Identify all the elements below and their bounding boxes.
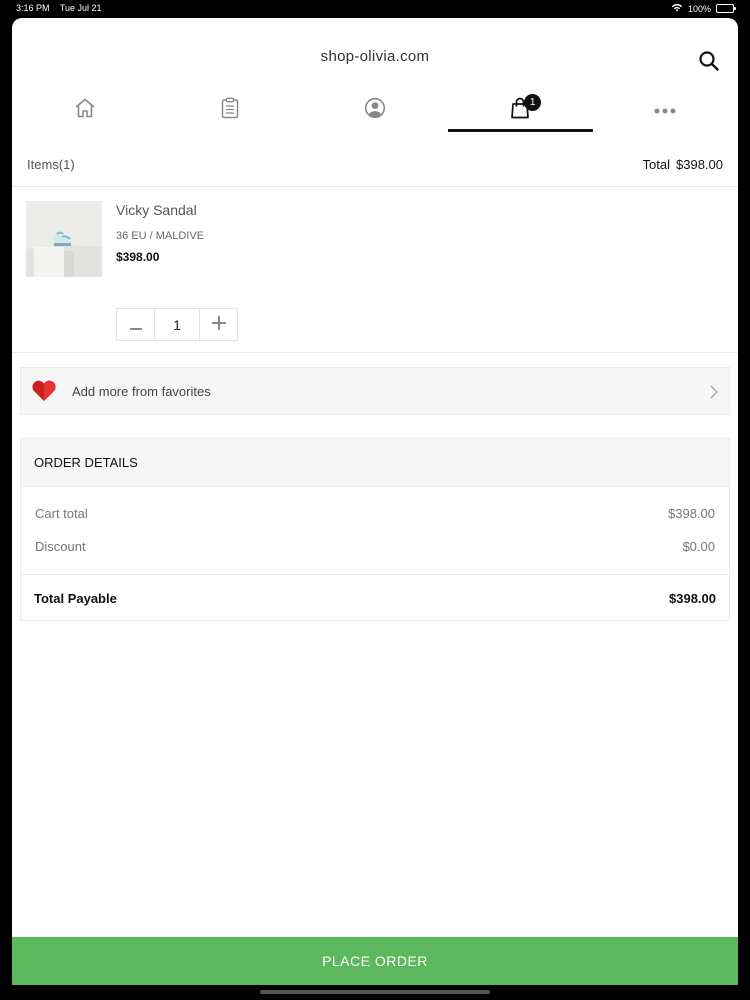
status-bar: 3:16 PM Tue Jul 21 100%	[0, 0, 750, 16]
user-circle-icon	[364, 97, 386, 124]
product-image[interactable]	[26, 201, 102, 277]
order-details-title: ORDER DETAILS	[21, 439, 729, 487]
add-from-favorites-button[interactable]: Add more from favorites	[20, 367, 730, 415]
home-indicator[interactable]	[260, 990, 490, 994]
more-dots-icon	[654, 101, 676, 119]
cart-total-value: $398.00	[668, 506, 715, 521]
app-sheet: shop-olivia.com 1 Items(1) Total $398.00…	[12, 18, 738, 985]
battery-percent: 100%	[687, 3, 711, 14]
header: shop-olivia.com	[12, 18, 738, 98]
total-payable-label: Total Payable	[34, 590, 117, 606]
cart-total: Total $398.00	[643, 157, 723, 172]
tab-more[interactable]	[593, 88, 738, 132]
cart-total-label: Cart total	[35, 506, 88, 521]
decrease-quantity-button[interactable]	[117, 309, 154, 340]
items-count: Items(1)	[27, 157, 75, 172]
tab-home[interactable]	[12, 88, 157, 132]
plus-icon	[211, 313, 226, 336]
order-details: ORDER DETAILS Cart total $398.00 Discoun…	[20, 438, 730, 621]
site-title: shop-olivia.com	[320, 48, 430, 65]
place-order-button[interactable]: PLACE ORDER	[12, 937, 738, 985]
cart-total-row: Cart total $398.00	[21, 497, 729, 530]
home-icon	[73, 97, 97, 124]
favorites-label: Add more from favorites	[72, 383, 211, 399]
discount-row: Discount $0.00	[21, 530, 729, 563]
tab-orders[interactable]	[157, 88, 302, 132]
minus-icon	[129, 313, 142, 336]
increase-quantity-button[interactable]	[200, 309, 237, 340]
discount-label: Discount	[35, 539, 86, 554]
shopping-bag-icon: 1	[510, 93, 542, 124]
cart-badge: 1	[524, 93, 542, 111]
clipboard-icon	[220, 97, 240, 124]
product-name[interactable]: Vicky Sandal	[116, 202, 197, 218]
product-variant: 36 EU / MALDIVE	[116, 230, 205, 242]
product-price: $398.00	[116, 250, 160, 264]
total-label: Total	[642, 157, 670, 172]
tab-account[interactable]	[302, 88, 447, 132]
quantity-value[interactable]: 1	[154, 309, 200, 340]
heart-icon	[31, 380, 57, 402]
cart-summary: Items(1) Total $398.00	[12, 143, 738, 187]
cart-item: Vicky Sandal 36 EU / MALDIVE $398.00 1	[12, 188, 738, 353]
quantity-stepper: 1	[116, 308, 238, 341]
battery-icon	[716, 4, 736, 13]
search-icon[interactable]	[698, 50, 720, 72]
chevron-right-icon	[709, 384, 719, 400]
status-date: Tue Jul 21	[59, 3, 102, 13]
status-time: 3:16 PM	[16, 3, 50, 13]
total-payable-value: $398.00	[669, 590, 716, 606]
total-value: $398.00	[676, 157, 723, 172]
wifi-icon	[671, 3, 683, 14]
tab-bar: 1	[12, 88, 738, 132]
discount-value: $0.00	[682, 539, 715, 554]
tab-cart[interactable]: 1	[447, 88, 593, 132]
total-payable-row: Total Payable $398.00	[21, 575, 729, 621]
